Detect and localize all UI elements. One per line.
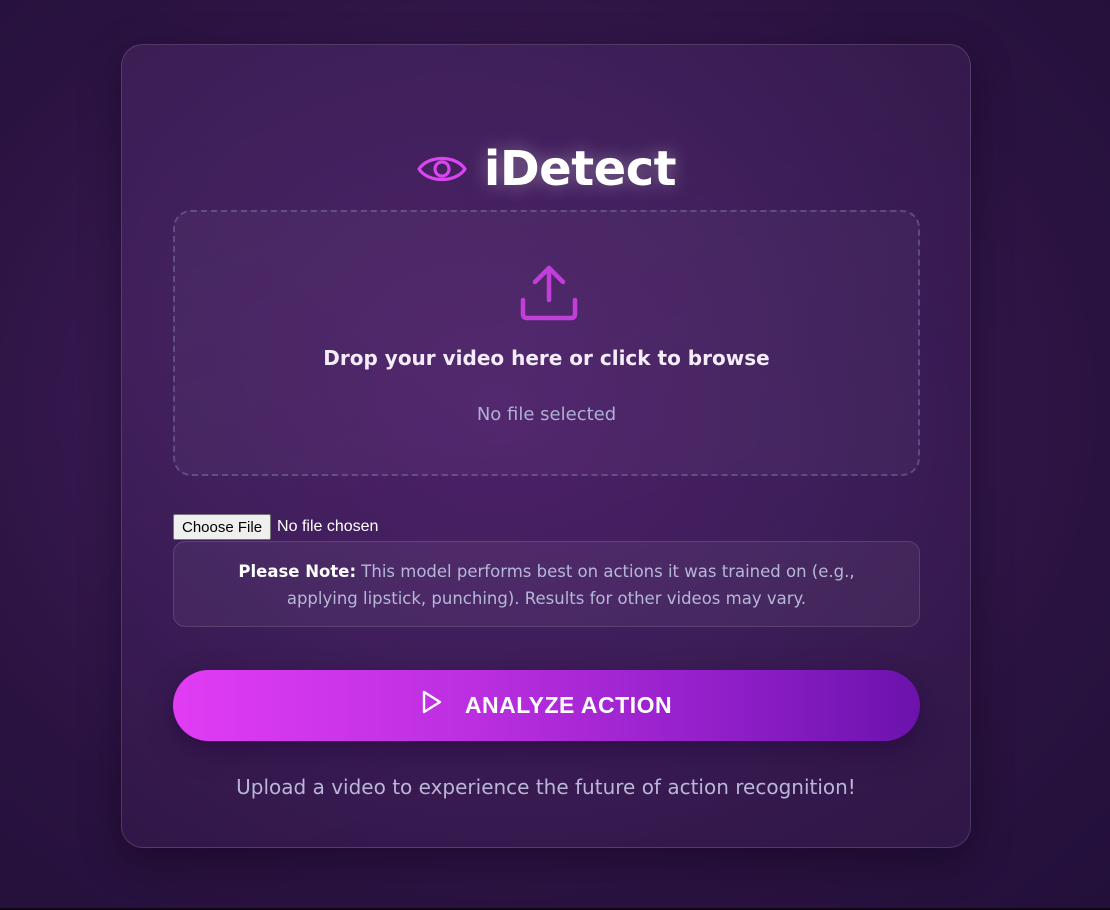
brand-header: iDetect: [122, 141, 970, 197]
note-label: Please Note:: [238, 562, 357, 581]
footer-tagline: Upload a video to experience the future …: [236, 775, 856, 799]
main-card: iDetect Drop your video here or click to…: [121, 44, 971, 848]
eye-icon: [416, 149, 468, 189]
file-input: Choose File No file chosen: [173, 514, 378, 540]
app-title: iDetect: [483, 141, 677, 197]
file-input-status: No file chosen: [277, 518, 379, 535]
analyze-action-button[interactable]: ANALYZE ACTION: [173, 670, 920, 741]
note-text: This model performs best on actions it w…: [286, 562, 855, 608]
video-dropzone[interactable]: Drop your video here or click to browse …: [173, 210, 920, 476]
analyze-action-label: ANALYZE ACTION: [464, 692, 673, 718]
choose-file-button[interactable]: Choose File: [173, 514, 272, 540]
upload-icon: [517, 260, 581, 328]
dropzone-file-status: No file selected: [476, 404, 617, 425]
play-icon: [421, 690, 443, 715]
dropzone-instruction: Drop your video here or click to browse: [323, 346, 770, 370]
note-box: Please Note: This model performs best on…: [173, 541, 920, 627]
